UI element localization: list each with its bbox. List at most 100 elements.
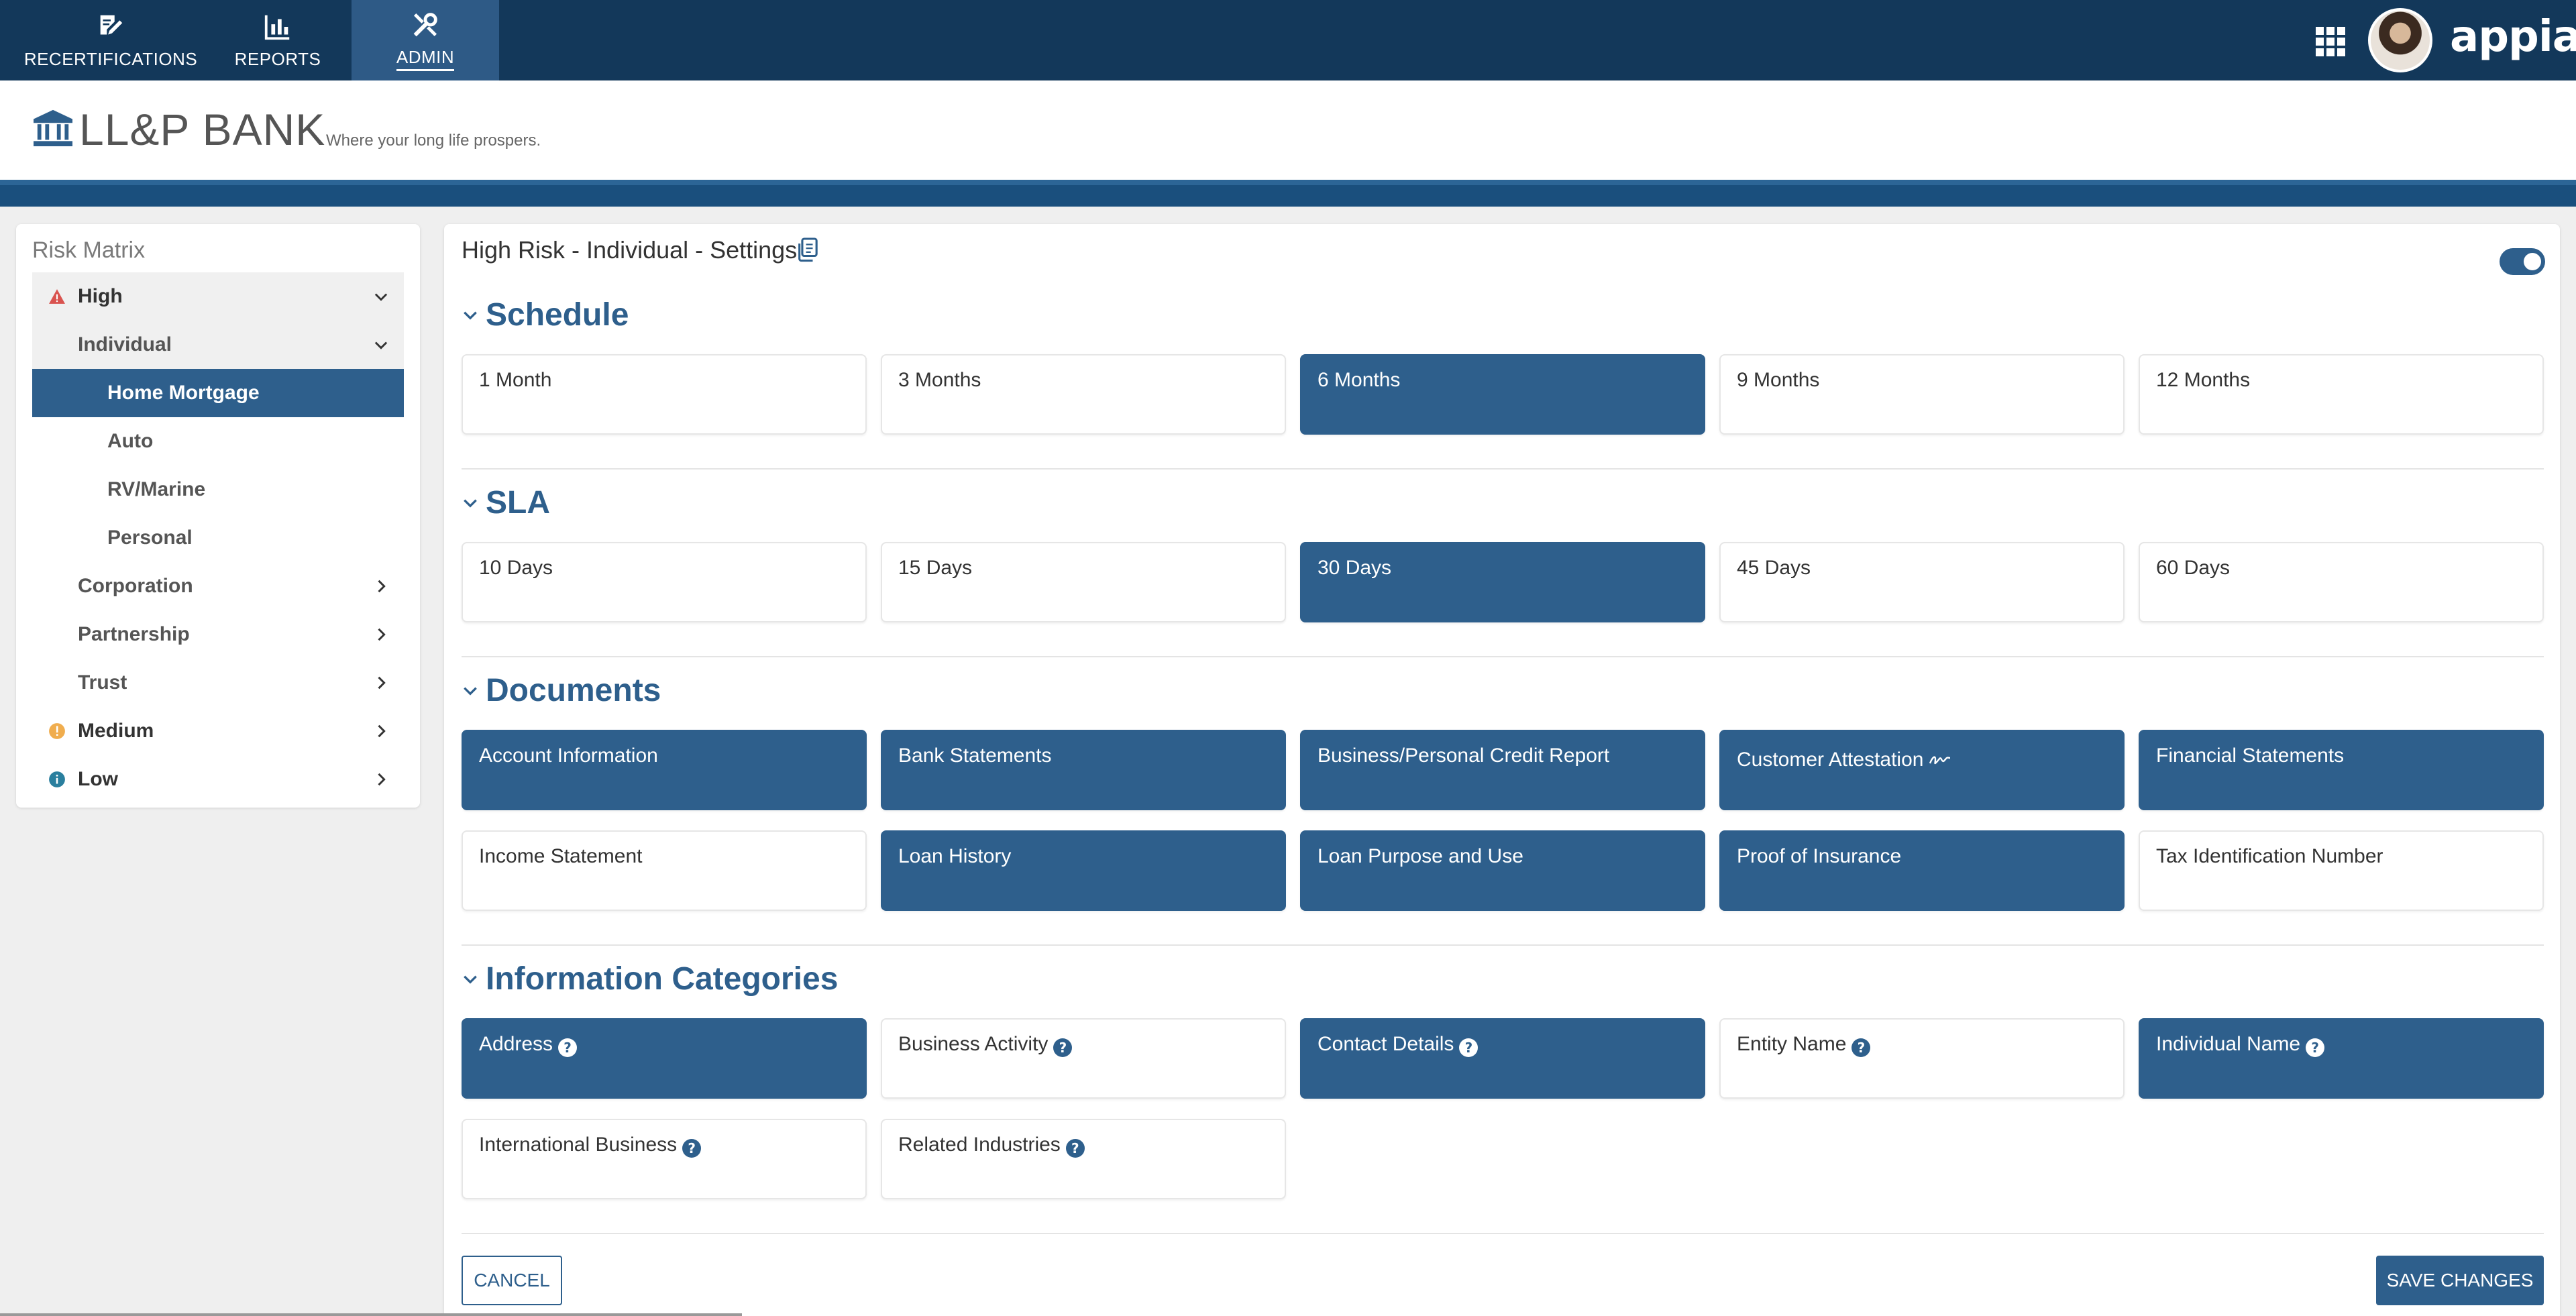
horizontal-scrollbar[interactable] bbox=[0, 1313, 742, 1316]
schedule-option[interactable]: 12 Months bbox=[2139, 354, 2544, 435]
document-option[interactable]: Tax Identification Number bbox=[2139, 830, 2544, 911]
option-label: Loan History bbox=[898, 845, 1012, 867]
sidebar-item-medium[interactable]: Medium bbox=[32, 707, 404, 755]
option-label: Contact Details bbox=[1318, 1033, 1454, 1055]
tab-recertifications[interactable]: RECERTIFICATIONS bbox=[24, 0, 197, 80]
help-icon[interactable]: ? bbox=[1065, 1139, 1085, 1158]
option-label: International Business bbox=[479, 1134, 678, 1156]
chevron-right-icon[interactable] bbox=[372, 577, 390, 596]
section-divider bbox=[462, 944, 2544, 946]
help-icon[interactable]: ? bbox=[1053, 1038, 1073, 1057]
sidebar-item-label: RV/Marine bbox=[107, 478, 206, 500]
sidebar-item-label: Personal bbox=[107, 527, 193, 549]
option-label: Customer Attestation bbox=[1737, 749, 1924, 771]
tab-admin[interactable]: ADMIN bbox=[352, 0, 499, 80]
sla-option[interactable]: 15 Days bbox=[881, 542, 1286, 622]
option-label: 30 Days bbox=[1318, 557, 1392, 579]
risk-matrix-sidebar: Risk Matrix High Individual Home Mortgag… bbox=[16, 224, 420, 808]
option-label: 6 Months bbox=[1318, 369, 1401, 391]
option-label: Individual Name bbox=[2156, 1033, 2301, 1055]
tab-label: RECERTIFICATIONS bbox=[23, 48, 198, 69]
copy-icon[interactable] bbox=[796, 237, 818, 263]
document-option[interactable]: Loan Purpose and Use bbox=[1300, 830, 1705, 911]
document-option[interactable]: Loan History bbox=[881, 830, 1286, 911]
tab-reports[interactable]: REPORTS bbox=[235, 0, 321, 80]
app-launcher-icon[interactable] bbox=[2316, 27, 2345, 56]
sidebar-item-home-mortgage[interactable]: Home Mortgage bbox=[32, 369, 404, 417]
document-option[interactable]: Proof of Insurance bbox=[1719, 830, 2125, 911]
cancel-button[interactable]: CANCEL bbox=[462, 1256, 562, 1305]
option-label: 15 Days bbox=[898, 557, 973, 579]
chevron-down-icon bbox=[464, 687, 477, 696]
sla-option[interactable]: 10 Days bbox=[462, 542, 867, 622]
option-label: Business/Personal Credit Report bbox=[1318, 745, 1610, 767]
sidebar-item-rv-marine[interactable]: RV/Marine bbox=[32, 465, 404, 514]
info-category-option[interactable]: Entity Name? bbox=[1719, 1018, 2125, 1099]
chevron-right-icon[interactable] bbox=[372, 722, 390, 741]
document-option[interactable]: Customer Attestation bbox=[1719, 730, 2125, 810]
section-title: Documents bbox=[486, 673, 661, 708]
info-category-option[interactable]: Related Industries? bbox=[881, 1119, 1286, 1199]
sidebar-item-corporation[interactable]: Corporation bbox=[32, 562, 404, 610]
chevron-down-icon bbox=[464, 311, 477, 320]
page-header bbox=[0, 80, 2576, 180]
chevron-right-icon[interactable] bbox=[372, 673, 390, 692]
schedule-option[interactable]: 6 Months bbox=[1300, 354, 1705, 435]
tab-label: REPORTS bbox=[234, 48, 321, 69]
save-changes-button[interactable]: SAVE CHANGES bbox=[2376, 1256, 2544, 1305]
user-avatar[interactable] bbox=[2368, 8, 2432, 72]
information-categories-section-header[interactable]: Information Categories bbox=[462, 961, 838, 997]
sidebar-item-personal[interactable]: Personal bbox=[32, 514, 404, 562]
sidebar-item-label: Corporation bbox=[78, 575, 193, 597]
schedule-section-header[interactable]: Schedule bbox=[462, 296, 629, 333]
sidebar-item-partnership[interactable]: Partnership bbox=[32, 610, 404, 659]
chevron-right-icon[interactable] bbox=[372, 770, 390, 789]
sla-section-header[interactable]: SLA bbox=[462, 484, 550, 521]
info-category-option[interactable]: Individual Name? bbox=[2139, 1018, 2544, 1099]
help-icon[interactable]: ? bbox=[2306, 1038, 2325, 1057]
option-label: Tax Identification Number bbox=[2156, 845, 2383, 867]
document-option[interactable]: Income Statement bbox=[462, 830, 867, 911]
sidebar-item-label: Trust bbox=[78, 671, 127, 694]
help-icon[interactable]: ? bbox=[1851, 1038, 1871, 1057]
help-icon[interactable]: ? bbox=[682, 1139, 702, 1158]
document-option[interactable]: Financial Statements bbox=[2139, 730, 2544, 810]
option-label: 45 Days bbox=[1737, 557, 1811, 579]
sidebar-item-label: Auto bbox=[107, 430, 154, 452]
caution-icon bbox=[49, 723, 65, 739]
sla-option[interactable]: 60 Days bbox=[2139, 542, 2544, 622]
document-option[interactable]: Bank Statements bbox=[881, 730, 1286, 810]
info-category-option[interactable]: Address? bbox=[462, 1018, 867, 1099]
document-option[interactable]: Account Information bbox=[462, 730, 867, 810]
info-category-option[interactable]: International Business? bbox=[462, 1119, 867, 1199]
help-icon[interactable]: ? bbox=[1459, 1038, 1479, 1057]
option-label: 3 Months bbox=[898, 369, 981, 391]
sidebar-item-low[interactable]: Low bbox=[32, 755, 404, 804]
schedule-option[interactable]: 1 Month bbox=[462, 354, 867, 435]
section-divider bbox=[462, 656, 2544, 657]
document-option[interactable]: Business/Personal Credit Report bbox=[1300, 730, 1705, 810]
edit-document-icon bbox=[100, 15, 123, 34]
info-category-option[interactable]: Business Activity? bbox=[881, 1018, 1286, 1099]
chevron-down-icon bbox=[464, 975, 477, 984]
sidebar-item-high[interactable]: High bbox=[32, 272, 404, 321]
option-label: Financial Statements bbox=[2156, 745, 2345, 767]
sla-option[interactable]: 30 Days bbox=[1300, 542, 1705, 622]
sidebar-item-auto[interactable]: Auto bbox=[32, 417, 404, 465]
documents-section-header[interactable]: Documents bbox=[462, 672, 661, 709]
schedule-option[interactable]: 3 Months bbox=[881, 354, 1286, 435]
tools-icon bbox=[413, 13, 437, 37]
chevron-down-icon[interactable] bbox=[372, 287, 390, 306]
sidebar-item-label: Partnership bbox=[78, 623, 190, 645]
chevron-down-icon[interactable] bbox=[372, 335, 390, 354]
help-icon[interactable]: ? bbox=[558, 1038, 578, 1057]
sidebar-item-individual[interactable]: Individual bbox=[32, 321, 404, 369]
chevron-right-icon[interactable] bbox=[372, 625, 390, 644]
schedule-option[interactable]: 9 Months bbox=[1719, 354, 2125, 435]
option-label: Account Information bbox=[479, 745, 658, 767]
option-label: Address bbox=[479, 1033, 553, 1055]
settings-toggle[interactable] bbox=[2500, 248, 2545, 275]
sidebar-item-trust[interactable]: Trust bbox=[32, 659, 404, 707]
info-category-option[interactable]: Contact Details? bbox=[1300, 1018, 1705, 1099]
sla-option[interactable]: 45 Days bbox=[1719, 542, 2125, 622]
